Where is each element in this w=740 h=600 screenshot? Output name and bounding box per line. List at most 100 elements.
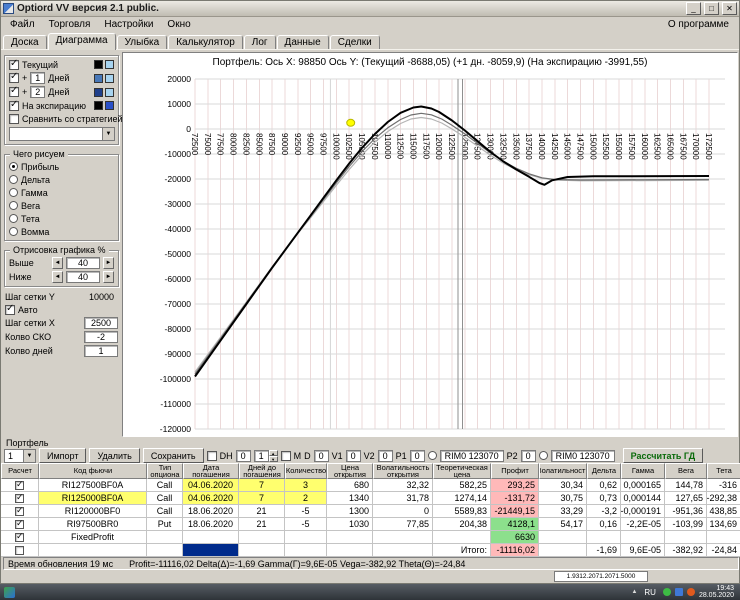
cell[interactable]	[373, 544, 433, 557]
cell[interactable]: 5589,83	[433, 505, 491, 518]
tray-icon-orange[interactable]	[687, 588, 695, 596]
cell[interactable]	[539, 531, 587, 544]
chevron-down-icon[interactable]: ▼	[23, 450, 35, 462]
row-checkbox[interactable]	[15, 546, 24, 555]
color-swatch[interactable]	[105, 88, 114, 97]
color-swatch[interactable]	[94, 74, 103, 83]
cell[interactable]: -2,2E-05	[621, 518, 665, 531]
cell[interactable]: 127,65	[665, 492, 707, 505]
cell[interactable]: 30,34	[539, 479, 587, 492]
grid-x-input[interactable]: 2500	[84, 317, 118, 329]
cell[interactable]: -3,2	[587, 505, 621, 518]
cell[interactable]: -24,84	[707, 544, 740, 557]
d-value-input[interactable]: 0	[314, 450, 329, 462]
series-checkbox-0[interactable]	[9, 60, 19, 70]
cell[interactable]	[183, 544, 239, 557]
color-swatch[interactable]	[94, 88, 103, 97]
column-header-2[interactable]: Тип опциона	[147, 463, 183, 479]
cell[interactable]: 1300	[327, 505, 373, 518]
cell[interactable]: 9,6E-05	[621, 544, 665, 557]
cell[interactable]: 04.06.2020	[183, 492, 239, 505]
minimize-button[interactable]: _	[686, 2, 701, 15]
cell[interactable]: 134,69	[707, 518, 740, 531]
cell[interactable]: 2	[285, 492, 327, 505]
cell[interactable]: 0,000144	[621, 492, 665, 505]
cell[interactable]: 204,38	[433, 518, 491, 531]
tab-6[interactable]: Сделки	[330, 35, 380, 50]
cell[interactable]: 18.06.2020	[183, 518, 239, 531]
cell[interactable]	[373, 531, 433, 544]
cell[interactable]: 7	[239, 479, 285, 492]
cell[interactable]: 33,29	[539, 505, 587, 518]
tab-2[interactable]: Улыбка	[117, 35, 168, 50]
tray-chevron-icon[interactable]: ▲	[631, 589, 637, 595]
menu-item-2[interactable]: Настройки	[97, 19, 160, 30]
cell[interactable]: 0	[373, 505, 433, 518]
column-header-6[interactable]: Цена открытия	[327, 463, 373, 479]
color-swatch[interactable]	[105, 74, 114, 83]
draw-option-2[interactable]: Гамма	[7, 186, 116, 199]
cell[interactable]: 0,16	[587, 518, 621, 531]
cell[interactable]: 144,78	[665, 479, 707, 492]
cell[interactable]: 0,000165	[621, 479, 665, 492]
cell[interactable]: 582,25	[433, 479, 491, 492]
column-header-3[interactable]: Дата погашения	[183, 463, 239, 479]
p2-instrument-box[interactable]: RIM0 123070	[551, 450, 615, 462]
chevron-down-icon[interactable]: ▼	[102, 128, 114, 140]
cell[interactable]	[539, 544, 587, 557]
series-checkbox-3[interactable]	[9, 101, 19, 111]
v2-value-input[interactable]: 0	[378, 450, 393, 462]
row-checkbox[interactable]	[15, 520, 24, 529]
cell[interactable]: -5	[285, 518, 327, 531]
p2-instrument-radio[interactable]	[539, 451, 548, 460]
draw-option-5[interactable]: Вомма	[7, 225, 116, 238]
row-checkbox[interactable]	[15, 481, 24, 490]
column-header-9[interactable]: Профит	[491, 463, 539, 479]
color-swatch[interactable]	[94, 101, 103, 110]
cell[interactable]: 77,85	[373, 518, 433, 531]
start-icon[interactable]	[4, 587, 15, 598]
dh-value-input[interactable]: 0	[236, 450, 251, 462]
p2-value-input[interactable]: 0	[521, 450, 536, 462]
tab-5[interactable]: Данные	[277, 35, 329, 50]
cell[interactable]	[285, 531, 327, 544]
p1-instrument-radio[interactable]	[428, 451, 437, 460]
cell[interactable]: Call	[147, 505, 183, 518]
cell[interactable]	[327, 531, 373, 544]
column-header-11[interactable]: Дельта	[587, 463, 621, 479]
cell[interactable]: 438,85	[707, 505, 740, 518]
series-checkbox-1[interactable]	[9, 73, 19, 83]
series-checkbox-2[interactable]	[9, 87, 19, 97]
cell[interactable]	[147, 531, 183, 544]
cell[interactable]	[621, 531, 665, 544]
color-swatch[interactable]	[105, 101, 114, 110]
cell[interactable]: -1,69	[587, 544, 621, 557]
above-value-input[interactable]: 40	[66, 257, 100, 269]
cell[interactable]: 7	[239, 492, 285, 505]
table-row-2[interactable]: RI120000BF0Call18.06.202021-5130005589,8…	[1, 505, 740, 518]
cell[interactable]: 21	[239, 518, 285, 531]
series-checkbox-4[interactable]	[9, 114, 19, 124]
portfolio-number-select[interactable]: 1 ▼	[4, 449, 36, 463]
tray-icon-green[interactable]	[663, 588, 671, 596]
m-checkbox[interactable]	[281, 451, 291, 461]
cell[interactable]: -292,38	[707, 492, 740, 505]
delete-button[interactable]: Удалить	[89, 448, 139, 463]
cell[interactable]: 4128,1	[491, 518, 539, 531]
cell[interactable]	[707, 531, 740, 544]
cell[interactable]	[183, 531, 239, 544]
table-row-5[interactable]: Итого:-11116,02-1,699,6E-05-382,92-24,84	[1, 544, 740, 557]
row-checkbox[interactable]	[15, 507, 24, 516]
tab-0[interactable]: Доска	[3, 35, 47, 50]
table-row-1[interactable]: RI125000BF0ACall04.06.202072134031,78127…	[1, 492, 740, 505]
row-checkbox[interactable]	[15, 533, 24, 542]
strategy-select[interactable]: ▼	[9, 127, 115, 141]
cell[interactable]: 31,78	[373, 492, 433, 505]
cell[interactable]: -103,99	[665, 518, 707, 531]
cell[interactable]: Call	[147, 492, 183, 505]
close-button[interactable]: ✕	[722, 2, 737, 15]
cell[interactable]	[39, 544, 147, 557]
cell[interactable]: FixedProfit	[39, 531, 147, 544]
cell[interactable]: RI127500BF0A	[39, 479, 147, 492]
titlebar[interactable]: Optiord VV версия 2.1 public. _ □ ✕	[1, 1, 739, 17]
